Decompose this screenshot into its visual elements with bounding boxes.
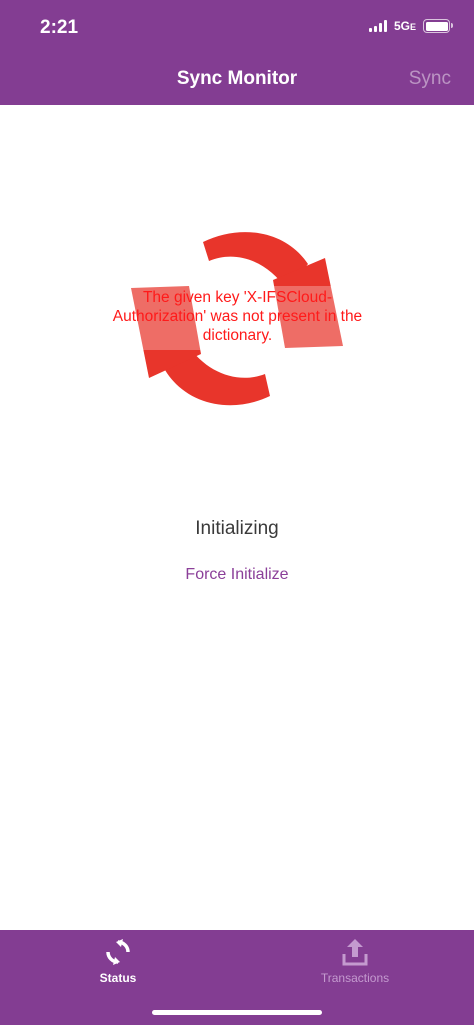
upload-icon xyxy=(342,939,368,966)
signal-icon xyxy=(368,20,387,32)
refresh-icon xyxy=(106,939,130,965)
sync-button[interactable]: Sync xyxy=(409,68,451,90)
tab-label-status: Status xyxy=(99,971,137,985)
page-title: Sync Monitor xyxy=(176,68,298,89)
tab-transactions[interactable]: Transactions xyxy=(290,936,420,985)
sync-state-label: Initializing xyxy=(195,518,279,539)
force-initialize-link[interactable]: Force Initialize xyxy=(0,566,474,584)
tab-label-transactions: Transactions xyxy=(320,971,390,985)
tab-status[interactable]: Status xyxy=(53,936,183,985)
battery-icon xyxy=(423,19,453,33)
error-message: The given key 'X-IFSCloud-Authorization'… xyxy=(112,289,363,344)
status-indicators: 5GE xyxy=(368,19,453,33)
status-time: 2:21 xyxy=(40,17,79,38)
home-indicator[interactable] xyxy=(152,1010,322,1015)
tab-bar: Status Transactions xyxy=(0,930,474,1025)
top-bar: 2:21 5GE Sync Monitor Sync xyxy=(0,0,474,105)
network-label: 5GE xyxy=(393,19,416,33)
